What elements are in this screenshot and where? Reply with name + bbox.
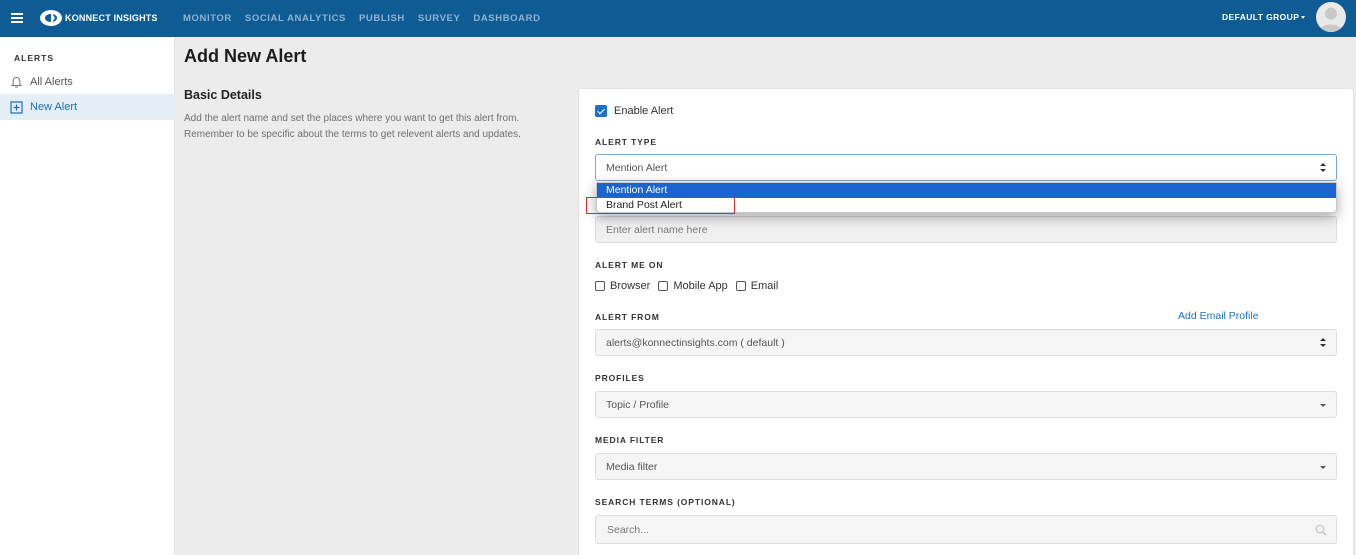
search-terms-label: SEARCH TERMS (OPTIONAL) [595,497,736,507]
media-filter-value: Media filter [606,460,658,473]
select-arrows-icon [1320,163,1326,173]
email-checkbox[interactable]: Email [735,280,779,292]
alert-type-value: Mention Alert [606,161,668,174]
search-placeholder: Search... [607,523,650,536]
caret-down-icon [1301,16,1306,20]
chevron-down-icon [1320,466,1326,469]
alert-from-label: ALERT FROM [595,312,660,322]
nav-survey[interactable]: SURVEY [418,13,461,24]
browser-label: Browser [610,280,651,292]
sidebar-item-label: New Alert [30,101,78,113]
sidebar-title: ALERTS [14,53,54,63]
user-avatar-icon [1319,7,1343,32]
enable-alert-checkbox[interactable]: Enable Alert [595,105,673,117]
main-nav: MONITOR SOCIAL ANALYTICS PUBLISH SURVEY … [183,0,554,37]
search-terms-input[interactable]: Search... [595,515,1337,544]
alert-name-placeholder: Enter alert name here [606,223,708,236]
alert-from-value: alerts@konnectinsights.com ( default ) [606,336,785,349]
logo-text: KONNECT INSIGHTS [65,13,158,23]
logo-icon [40,10,62,26]
plus-square-icon [10,100,23,114]
search-icon[interactable] [1315,524,1327,536]
menu-icon[interactable] [11,13,23,23]
enable-alert-label: Enable Alert [614,105,674,117]
highlight-box [586,197,735,214]
browser-checkbox[interactable]: Browser [595,280,650,292]
section-title: Basic Details [184,88,262,102]
section-description: Add the alert name and set the places wh… [184,113,521,140]
profiles-select[interactable]: Topic / Profile [595,391,1337,418]
alert-type-label: ALERT TYPE [595,137,657,147]
nav-publish[interactable]: PUBLISH [359,13,405,24]
select-arrows-icon [1320,338,1326,348]
group-selector[interactable]: DEFAULT GROUP [1222,12,1306,22]
avatar[interactable] [1316,2,1346,32]
sidebar-item-label: All Alerts [30,76,73,88]
alert-me-on-label: ALERT ME ON [595,260,664,270]
sidebar-item-new-alert[interactable]: New Alert [0,94,175,120]
media-filter-label: MEDIA FILTER [595,435,665,445]
alert-me-on-options: Browser Mobile App Email [595,280,786,292]
alert-type-select[interactable]: Mention Alert [595,154,1337,181]
sidebar: ALERTS All Alerts New Alert [0,37,175,555]
mobile-app-checkbox[interactable]: Mobile App [658,280,728,292]
checkbox-checked-icon[interactable] [595,105,607,117]
page-title: Add New Alert [184,46,307,66]
group-label: DEFAULT GROUP [1222,12,1300,22]
checkbox-icon[interactable] [735,281,746,291]
checkbox-icon[interactable] [595,281,605,291]
logo[interactable]: KONNECT INSIGHTS [38,8,158,28]
mobile-app-label: Mobile App [673,280,728,292]
nav-dashboard[interactable]: DASHBOARD [473,13,540,24]
nav-social-analytics[interactable]: SOCIAL ANALYTICS [245,13,346,24]
media-filter-select[interactable]: Media filter [595,453,1337,480]
profiles-value: Topic / Profile [606,398,670,411]
alert-from-select[interactable]: alerts@konnectinsights.com ( default ) [595,329,1337,356]
email-label: Email [750,280,779,292]
alert-name-input[interactable]: Enter alert name here [595,216,1337,243]
option-mention-alert[interactable]: Mention Alert [597,183,1336,198]
nav-monitor[interactable]: MONITOR [183,13,232,24]
bell-icon [10,76,23,88]
add-email-profile-link[interactable]: Add Email Profile [1178,310,1259,322]
chevron-down-icon [1320,404,1326,407]
checkbox-icon[interactable] [658,281,669,291]
profiles-label: PROFILES [595,373,645,383]
top-bar: KONNECT INSIGHTS MONITOR SOCIAL ANALYTIC… [0,0,1356,37]
sidebar-item-all-alerts[interactable]: All Alerts [0,69,175,95]
